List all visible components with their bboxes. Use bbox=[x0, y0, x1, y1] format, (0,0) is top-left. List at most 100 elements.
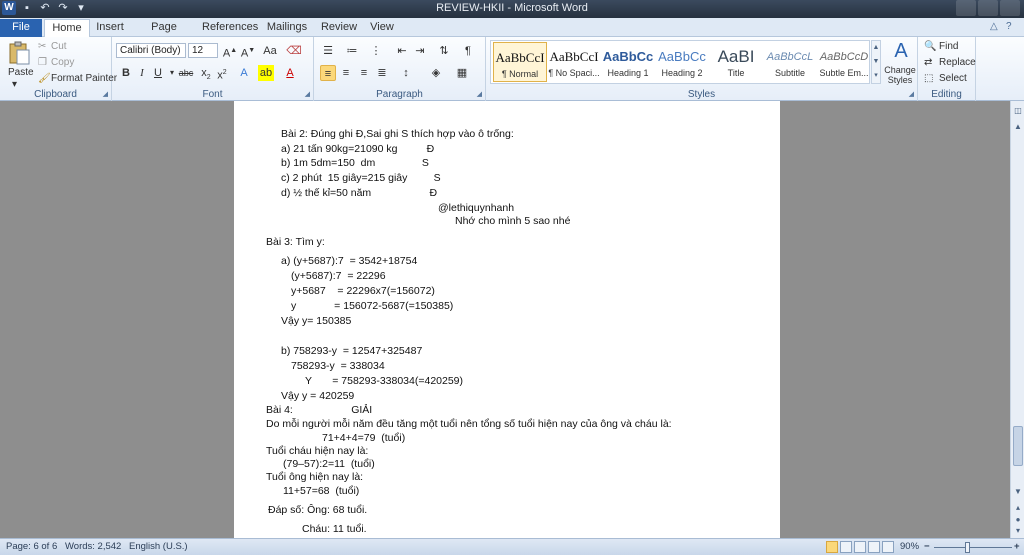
minimize-button[interactable] bbox=[956, 0, 976, 16]
outline-view-icon[interactable] bbox=[868, 541, 880, 553]
numbering-icon[interactable]: ≔ bbox=[344, 43, 360, 59]
replace-button[interactable]: Replace bbox=[939, 57, 976, 68]
doc-line: Vậy y= 150385 bbox=[281, 315, 352, 327]
style-title[interactable]: AaBI Title bbox=[709, 42, 763, 82]
change-styles-icon[interactable]: A bbox=[888, 41, 914, 61]
zoom-out-button[interactable]: − bbox=[924, 541, 930, 552]
tab-view[interactable]: View bbox=[366, 19, 398, 37]
increase-indent-icon[interactable]: ⇥ bbox=[412, 43, 428, 59]
tab-file[interactable]: File bbox=[0, 19, 42, 37]
find-icon[interactable]: 🔍 bbox=[924, 41, 936, 52]
align-left-icon[interactable]: ≡ bbox=[320, 65, 336, 81]
select-icon[interactable]: ⬚ bbox=[924, 73, 933, 84]
bullets-icon[interactable]: ☰ bbox=[320, 43, 336, 59]
language-indicator[interactable]: English (U.S.) bbox=[129, 541, 188, 552]
scroll-up-icon[interactable]: ▲ bbox=[1012, 121, 1024, 133]
font-group: Calibri (Body) 12 A▲ A▼ Aa ⌫ B I U ▾ abc… bbox=[112, 37, 314, 101]
zoom-slider-track[interactable] bbox=[934, 547, 1012, 548]
status-bar: Page: 6 of 6 Words: 2,542 English (U.S.)… bbox=[0, 538, 1024, 555]
sort-icon[interactable]: ⇅ bbox=[436, 43, 452, 59]
format-painter-icon[interactable]: 🖌 bbox=[38, 73, 51, 84]
next-page-icon[interactable]: ▾ bbox=[1012, 525, 1024, 537]
page-count[interactable]: Page: 6 of 6 bbox=[6, 541, 57, 552]
grow-font-icon[interactable]: A▲ bbox=[222, 43, 238, 60]
font-size-input[interactable]: 12 bbox=[188, 43, 218, 58]
change-styles-button[interactable]: Change Styles bbox=[884, 65, 916, 85]
paragraph-launcher-icon[interactable]: ◢ bbox=[477, 90, 482, 98]
highlight-icon[interactable]: ab bbox=[258, 65, 274, 81]
styles-launcher-icon[interactable]: ◢ bbox=[909, 90, 914, 98]
previous-page-icon[interactable]: ▴ bbox=[1012, 502, 1024, 514]
align-right-icon[interactable]: ≡ bbox=[356, 65, 372, 81]
shading-icon[interactable]: ◈ bbox=[428, 65, 444, 81]
multilevel-list-icon[interactable]: ⋮ bbox=[368, 43, 384, 59]
word-count[interactable]: Words: 2,542 bbox=[65, 541, 121, 552]
justify-icon[interactable]: ≣ bbox=[374, 65, 390, 81]
shrink-font-icon[interactable]: A▼ bbox=[240, 43, 256, 60]
cut-icon[interactable]: ✂ bbox=[38, 41, 46, 52]
tab-insert[interactable]: Insert bbox=[92, 19, 128, 37]
decrease-indent-icon[interactable]: ⇤ bbox=[394, 43, 410, 59]
maximize-button[interactable] bbox=[978, 0, 998, 16]
doc-line: b) 1m 5dm=150 dm S bbox=[281, 157, 429, 169]
text-effects-icon[interactable]: A bbox=[236, 65, 252, 81]
zoom-level[interactable]: 90% bbox=[900, 541, 919, 552]
italic-icon[interactable]: I bbox=[134, 65, 150, 81]
zoom-slider-thumb[interactable] bbox=[965, 542, 970, 553]
font-label: Font bbox=[202, 89, 223, 100]
print-layout-icon[interactable] bbox=[826, 541, 838, 553]
close-button[interactable] bbox=[1000, 0, 1020, 16]
doc-line: Do mỗi người mỗi năm đều tăng một tuổi n… bbox=[266, 418, 672, 430]
document-page[interactable]: Bài 2: Đúng ghi Đ,Sai ghi S thích hợp và… bbox=[234, 101, 780, 538]
style-heading-2[interactable]: AaBbCc Heading 2 bbox=[655, 42, 709, 82]
subscript-icon[interactable]: x2 bbox=[198, 65, 214, 81]
font-launcher-icon[interactable]: ◢ bbox=[305, 90, 310, 98]
format-painter-button[interactable]: Format Painter bbox=[51, 73, 117, 84]
paste-icon[interactable] bbox=[6, 41, 32, 65]
font-name-input[interactable]: Calibri (Body) bbox=[116, 43, 186, 58]
clear-formatting-icon[interactable]: ⌫ bbox=[286, 43, 302, 59]
superscript-icon[interactable]: x2 bbox=[214, 65, 230, 82]
scroll-down-icon[interactable]: ▼ bbox=[1012, 486, 1024, 498]
font-color-icon[interactable]: A bbox=[282, 65, 298, 81]
line-spacing-icon[interactable]: ↕ bbox=[398, 65, 414, 81]
paste-button[interactable]: Paste bbox=[8, 67, 34, 78]
window-controls bbox=[956, 0, 1020, 16]
style-no-spacing[interactable]: AaBbCcI ¶ No Spaci... bbox=[547, 42, 601, 82]
tab-mailings[interactable]: Mailings bbox=[264, 19, 310, 37]
strikethrough-icon[interactable]: abc bbox=[178, 65, 194, 81]
styles-scroll-icon[interactable]: ▲ ▼ ▾ bbox=[871, 40, 881, 84]
tab-home[interactable]: Home bbox=[44, 19, 90, 37]
style-subtitle[interactable]: AaBbCcL Subtitle bbox=[763, 42, 817, 82]
align-center-icon[interactable]: ≡ bbox=[338, 65, 354, 81]
minimize-ribbon-icon[interactable]: △ bbox=[990, 21, 998, 32]
select-button[interactable]: Select bbox=[939, 73, 967, 84]
tab-references[interactable]: References bbox=[202, 19, 258, 37]
change-case-icon[interactable]: Aa bbox=[262, 43, 278, 59]
copy-button[interactable]: Copy bbox=[51, 57, 74, 68]
vertical-scrollbar[interactable]: ◫ ▲ ▼ ▴ ● ▾ bbox=[1010, 101, 1024, 538]
cut-button[interactable]: Cut bbox=[51, 41, 67, 52]
show-formatting-icon[interactable]: ¶ bbox=[460, 43, 476, 59]
doc-line: 71+4+4=79 (tuổi) bbox=[322, 432, 406, 444]
web-layout-icon[interactable] bbox=[854, 541, 866, 553]
style-normal[interactable]: AaBbCcI ¶ Normal bbox=[493, 42, 547, 82]
replace-icon[interactable]: ⇄ bbox=[924, 57, 932, 68]
scroll-thumb[interactable] bbox=[1013, 426, 1023, 466]
ruler-toggle-icon[interactable]: ◫ bbox=[1012, 105, 1024, 117]
tab-review[interactable]: Review bbox=[318, 19, 360, 37]
help-icon[interactable]: ? bbox=[1006, 21, 1012, 32]
bold-icon[interactable]: B bbox=[118, 65, 134, 81]
doc-line: 11+57=68 (tuổi) bbox=[283, 485, 360, 497]
draft-view-icon[interactable] bbox=[882, 541, 894, 553]
style-heading-1[interactable]: AaBbCc Heading 1 bbox=[601, 42, 655, 82]
zoom-in-button[interactable]: + bbox=[1014, 541, 1020, 552]
clipboard-launcher-icon[interactable]: ◢ bbox=[103, 90, 108, 98]
find-button[interactable]: Find bbox=[939, 41, 958, 52]
full-screen-reading-icon[interactable] bbox=[840, 541, 852, 553]
copy-icon[interactable]: ❐ bbox=[38, 57, 47, 68]
editing-group: 🔍 Find ⇄ Replace ⬚ Select Editing bbox=[918, 37, 976, 101]
borders-icon[interactable]: ▦ bbox=[454, 65, 470, 81]
style-subtle-emphasis[interactable]: AaBbCcD Subtle Em... bbox=[817, 42, 871, 82]
tab-page-layout[interactable]: Page Layout bbox=[134, 19, 194, 50]
